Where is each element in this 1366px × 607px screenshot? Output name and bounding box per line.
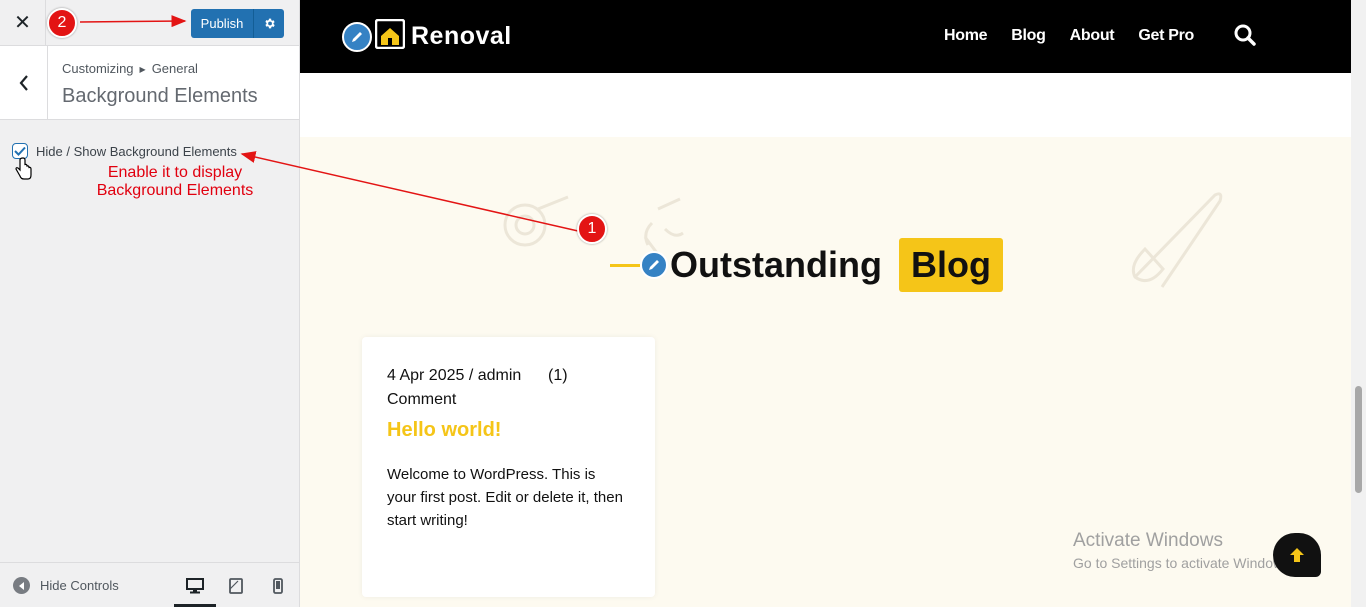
nav-item-home[interactable]: Home: [944, 27, 988, 45]
nav-item-blog[interactable]: Blog: [1011, 27, 1046, 45]
post-comments-count[interactable]: (1): [548, 364, 568, 388]
post-excerpt: Welcome to WordPress. This is your first…: [387, 466, 623, 529]
watermark-subtitle: Go to Settings to activate Windows.: [1073, 555, 1294, 571]
post-title-link[interactable]: Hello world!: [387, 419, 501, 442]
breadcrumb-separator-icon: ▶: [139, 65, 146, 74]
post-date-author: 4 Apr 2025 / admin: [387, 367, 522, 384]
heading-accent-bar: [610, 263, 640, 267]
step-badge-2: 2: [47, 8, 77, 38]
section-heading: Outstanding Blog: [610, 238, 1003, 292]
back-button[interactable]: [0, 46, 48, 119]
chevron-left-icon: [19, 74, 28, 91]
edit-pencil-icon[interactable]: [342, 21, 372, 52]
collapse-arrow-icon: [13, 577, 30, 594]
step-badge-1: 1: [577, 214, 607, 244]
scrollbar-thumb[interactable]: [1355, 386, 1362, 493]
section-title: Background Elements: [62, 85, 258, 107]
hand-pointer-cursor-icon: [15, 157, 33, 186]
publish-label[interactable]: Publish: [191, 16, 253, 31]
arrow-up-icon: [1290, 548, 1304, 562]
nav-item-get-pro[interactable]: Get Pro: [1138, 27, 1194, 45]
heading-highlight: Blog: [898, 238, 1003, 292]
house-logo-icon: [374, 18, 406, 54]
edit-pencil-icon[interactable]: [640, 251, 668, 279]
nav-item-about[interactable]: About: [1070, 27, 1115, 45]
background-elements-toggle[interactable]: Hide / Show Background Elements: [12, 143, 237, 159]
site-header: Renoval Home Blog About Get Pro: [300, 0, 1351, 73]
publish-settings-gear-icon[interactable]: [254, 17, 284, 30]
post-card: 4 Apr 2025 / admin Comment (1) Hello wor…: [362, 337, 655, 597]
activate-windows-watermark: Activate Windows Go to Settings to activ…: [1073, 530, 1294, 571]
desktop-preview-icon[interactable]: [182, 573, 208, 599]
logo-text: Renoval: [411, 22, 512, 50]
search-icon[interactable]: [1233, 23, 1257, 52]
customizer-header: ✕ Publish: [0, 0, 299, 46]
breadcrumb-root: Customizing: [62, 61, 134, 76]
section-nav: Customizing ▶ General Background Elements: [0, 46, 299, 120]
tablet-preview-icon[interactable]: [223, 573, 249, 599]
post-comments-word[interactable]: Comment: [387, 391, 456, 408]
main-nav: Home Blog About Get Pro: [944, 27, 1218, 45]
publish-button[interactable]: Publish: [191, 9, 284, 38]
preview-scrollbar[interactable]: [1351, 0, 1366, 607]
customizer-sidebar: ✕ Publish Customizing ▶ General Background…: [0, 0, 300, 607]
annotation-text: Enable it to display Background Elements: [96, 164, 254, 199]
watermark-title: Activate Windows: [1073, 530, 1223, 551]
heading-text: Outstanding: [670, 244, 882, 285]
breadcrumb-parent: General: [151, 61, 198, 76]
customizer-footer: Hide Controls: [0, 562, 299, 607]
breadcrumb: Customizing ▶ General: [62, 61, 198, 76]
hide-controls-label: Hide Controls: [40, 578, 119, 593]
site-preview: Renoval Home Blog About Get Pro Outstand: [300, 0, 1351, 607]
site-logo[interactable]: Renoval: [342, 18, 512, 54]
hide-controls-button[interactable]: Hide Controls: [13, 577, 119, 594]
background-elements-label[interactable]: Hide / Show Background Elements: [36, 144, 237, 159]
spacer-band: [300, 73, 1351, 137]
scroll-to-top-button[interactable]: [1273, 533, 1321, 577]
mobile-preview-icon[interactable]: [265, 573, 291, 599]
close-customizer-button[interactable]: ✕: [0, 0, 46, 45]
checkmark-icon: [14, 146, 26, 156]
